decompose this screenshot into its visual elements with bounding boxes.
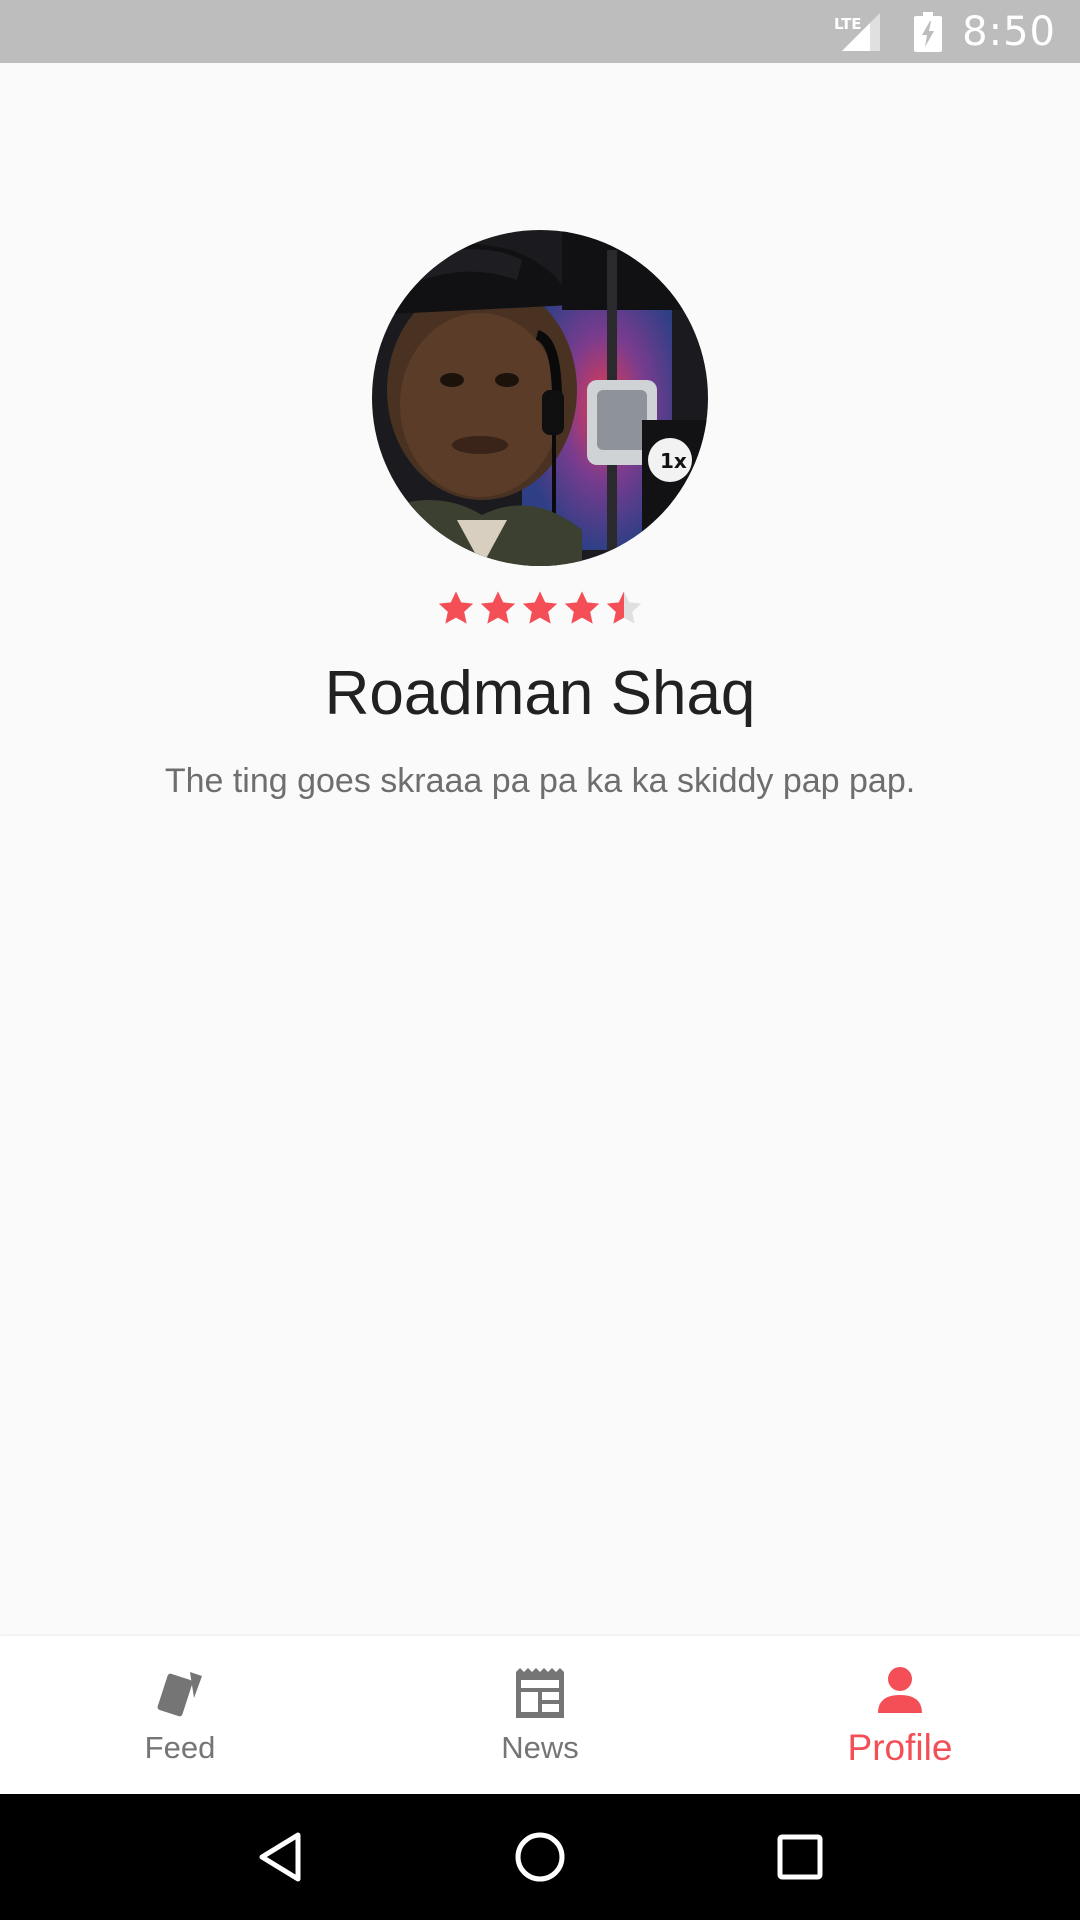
star-filled-icon (564, 591, 600, 624)
star-half-icon (606, 591, 642, 624)
star-filled-icon (480, 591, 516, 624)
nav-item-profile[interactable]: Profile (720, 1636, 1080, 1794)
status-time: 8:50 (962, 8, 1056, 55)
profile-bio: The ting goes skraaa pa pa ka ka skiddy … (164, 762, 916, 800)
nav-label-news: News (501, 1730, 579, 1765)
profile-avatar: 1x (372, 230, 708, 566)
back-button[interactable] (250, 1827, 310, 1887)
nav-label-feed: Feed (144, 1730, 216, 1765)
cards-icon (157, 1672, 202, 1717)
system-navigation-bar (0, 1794, 1080, 1920)
person-icon (878, 1667, 922, 1713)
star-filled-icon (438, 591, 474, 624)
nav-label-profile: Profile (847, 1727, 953, 1768)
bottom-navigation: Feed News Profile (0, 1636, 1080, 1794)
lte-signal-icon: LTE (834, 12, 881, 51)
home-button[interactable] (510, 1827, 570, 1887)
battery-charging-icon (914, 11, 943, 52)
star-rating (0, 588, 1080, 628)
recents-button[interactable] (770, 1827, 830, 1887)
status-bar: LTE 8:50 (0, 0, 1080, 63)
svg-text:1x: 1x (660, 449, 687, 473)
recents-square-icon (777, 1834, 823, 1880)
newspaper-icon (516, 1668, 564, 1718)
network-type-label: LTE (834, 15, 862, 33)
back-triangle-icon (259, 1832, 301, 1882)
nav-item-news[interactable]: News (360, 1636, 720, 1794)
nav-item-feed[interactable]: Feed (0, 1636, 360, 1794)
star-filled-icon (522, 591, 558, 624)
home-circle-icon (515, 1832, 565, 1882)
profile-name: Roadman Shaq (324, 659, 756, 728)
